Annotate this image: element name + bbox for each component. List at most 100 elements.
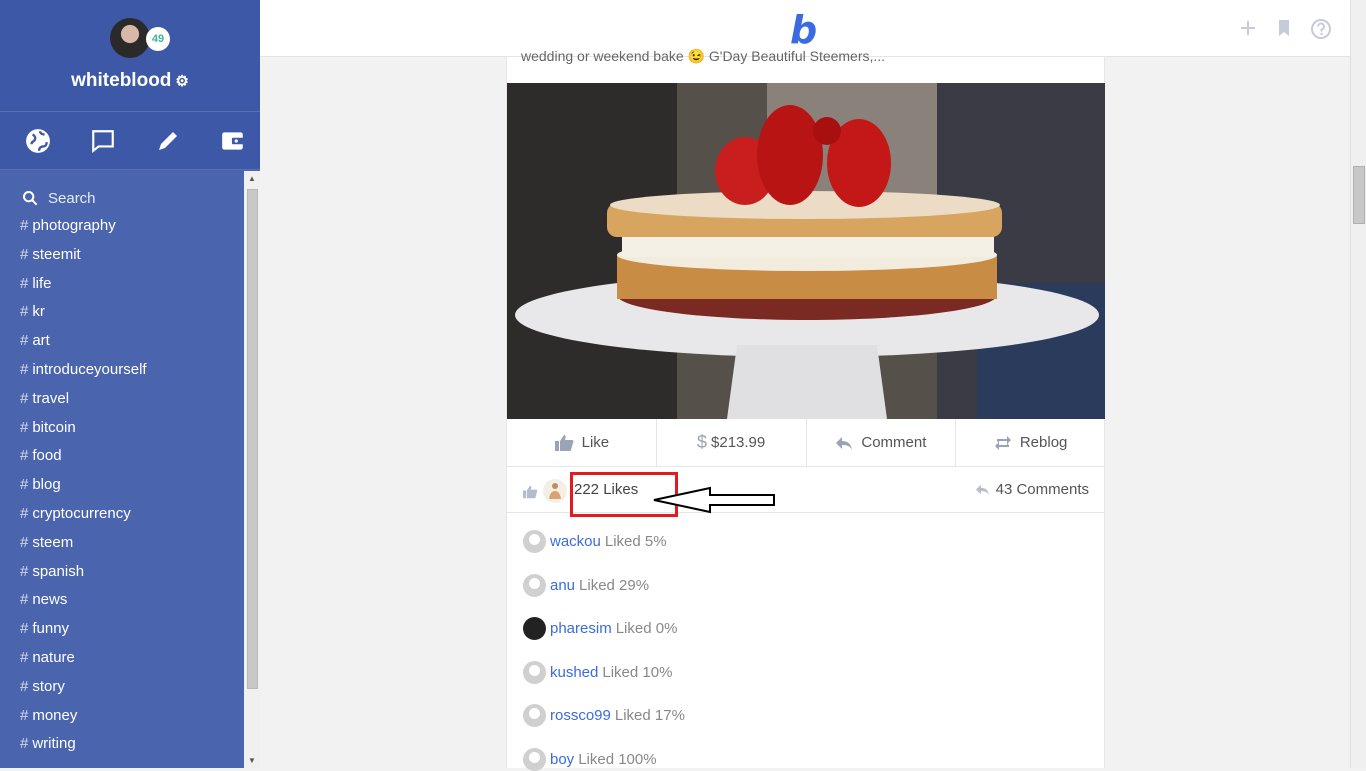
wallet-icon[interactable]	[205, 112, 260, 169]
sidebar-tag[interactable]: # photography	[0, 212, 244, 241]
plus-icon[interactable]	[1238, 18, 1258, 38]
hash-icon: #	[20, 360, 29, 378]
avatar[interactable]	[523, 616, 546, 640]
tag-label: blog	[32, 476, 61, 494]
voter-name-link[interactable]: boy	[550, 751, 574, 768]
bookmark-icon[interactable]	[1274, 18, 1294, 38]
voter-name-link[interactable]: anu	[550, 577, 575, 594]
tag-label: cryptocurrency	[32, 504, 131, 522]
chat-icon[interactable]	[75, 112, 130, 169]
scroll-down-arrow[interactable]: ▼	[248, 756, 256, 765]
sidebar-tag[interactable]: # story	[0, 673, 244, 702]
comment-button[interactable]: Comment	[807, 419, 957, 466]
annotation-arrow	[653, 486, 775, 514]
top-actions	[1238, 18, 1332, 40]
list-item: wackou Liked 5%	[523, 529, 667, 553]
page-scrollbar[interactable]	[1350, 0, 1366, 768]
hash-icon: #	[20, 591, 29, 609]
sidebar-tag[interactable]: # nature	[0, 644, 244, 673]
sidebar-tag[interactable]: # bitcoin	[0, 414, 244, 443]
reblog-button[interactable]: Reblog	[956, 419, 1105, 466]
sidebar-tag[interactable]: # travel	[0, 385, 244, 414]
tag-label: kr	[32, 303, 45, 321]
sidebar-tag[interactable]: # kr	[0, 298, 244, 327]
like-button[interactable]: Like	[507, 419, 657, 466]
reblog-label: Reblog	[1019, 434, 1068, 451]
voter-name-link[interactable]: kushed	[550, 664, 598, 681]
likes-summary: 222 Likes 43 Comments	[507, 467, 1105, 517]
sidebar-tag[interactable]: # spanish	[0, 558, 244, 587]
globe-icon[interactable]	[10, 112, 65, 169]
thumbs-up-icon	[523, 485, 538, 499]
avatar[interactable]	[523, 529, 546, 553]
list-item: kushed Liked 10%	[523, 660, 672, 684]
avatar[interactable]	[523, 747, 546, 771]
avatar[interactable]	[523, 573, 546, 597]
sidebar-tag[interactable]: # funny	[0, 615, 244, 644]
list-item: anu Liked 29%	[523, 573, 649, 597]
hash-icon: #	[20, 303, 29, 321]
sidebar-tag[interactable]: # steemit	[0, 241, 244, 270]
sidebar-tag[interactable]: # life	[0, 270, 244, 299]
scrollbar-thumb[interactable]	[1353, 166, 1365, 224]
post-actions: Like $ $213.99 Comment Reblog	[507, 419, 1105, 467]
sidebar-tag[interactable]: # art	[0, 327, 244, 356]
thumbs-up-icon	[554, 434, 574, 451]
hash-icon: #	[20, 476, 29, 494]
hash-icon: #	[20, 217, 29, 234]
like-label: Like	[581, 434, 610, 451]
tag-label: bitcoin	[32, 418, 76, 436]
hash-icon: #	[20, 504, 29, 522]
avatar[interactable]	[523, 703, 546, 727]
hash-icon: #	[20, 274, 29, 292]
scroll-up-arrow[interactable]: ▲	[248, 174, 256, 183]
sidebar-tag[interactable]: # news	[0, 586, 244, 615]
tag-label: art	[32, 332, 50, 350]
hash-icon: #	[20, 677, 29, 695]
comments-label: 43 Comments	[995, 481, 1089, 498]
help-icon[interactable]	[1310, 18, 1332, 40]
username-label: whiteblood	[71, 70, 172, 91]
voter-name-link[interactable]: rossco99	[550, 707, 611, 724]
sidebar-tag[interactable]: # blog	[0, 471, 244, 500]
post-image[interactable]	[507, 83, 1105, 419]
reblog-icon	[994, 435, 1011, 450]
hash-icon: #	[20, 735, 29, 753]
avatar[interactable]	[523, 660, 546, 684]
payout-button[interactable]: $ $213.99	[657, 419, 807, 466]
gear-icon[interactable]: ⚙	[175, 73, 188, 90]
hash-icon: #	[20, 245, 29, 263]
tag-label: story	[32, 677, 65, 695]
hash-icon: #	[20, 389, 29, 407]
search-input[interactable]: Search	[0, 184, 244, 212]
voter-name-link[interactable]: wackou	[550, 533, 601, 550]
sidebar-tag[interactable]: # steem	[0, 529, 244, 558]
reputation-badge: 49	[146, 27, 170, 51]
comments-count[interactable]: 43 Comments	[975, 481, 1089, 498]
voter-weight: Liked 17%	[614, 706, 685, 724]
reply-icon	[975, 484, 989, 496]
search-placeholder: Search	[48, 189, 96, 207]
hash-icon: #	[20, 447, 29, 465]
sidebar-tag[interactable]: # cryptocurrency	[0, 500, 244, 529]
voter-avatar[interactable]	[543, 479, 567, 503]
scrollbar-thumb[interactable]	[247, 189, 258, 689]
sidebar-tag[interactable]: # money	[0, 702, 244, 731]
username[interactable]: whiteblood ⚙	[0, 70, 260, 92]
tag-label: nature	[32, 648, 75, 666]
hash-icon: #	[20, 648, 29, 666]
sidebar-tag[interactable]: # food	[0, 442, 244, 471]
voter-weight: Liked 0%	[615, 619, 678, 637]
tag-list: Search # photography # steemit # life # kr # art #…	[0, 171, 244, 768]
voter-name-link[interactable]: pharesim	[550, 620, 612, 637]
avatar[interactable]	[110, 18, 150, 58]
sidebar-tag[interactable]: # writing	[0, 730, 244, 759]
post-card: wedding or weekend bake 😉 G'Day Beautifu…	[506, 48, 1105, 771]
logo[interactable]: b	[790, 8, 817, 52]
pencil-icon[interactable]	[140, 112, 195, 169]
sidebar-tag[interactable]: # introduceyourself	[0, 356, 244, 385]
post-caption: wedding or weekend bake 😉 G'Day Beautifu…	[521, 48, 886, 64]
voter-weight: Liked 100%	[578, 750, 657, 768]
voter-weight: Liked 29%	[579, 576, 650, 594]
sidebar-scrollbar[interactable]: ▲ ▼	[244, 171, 260, 768]
